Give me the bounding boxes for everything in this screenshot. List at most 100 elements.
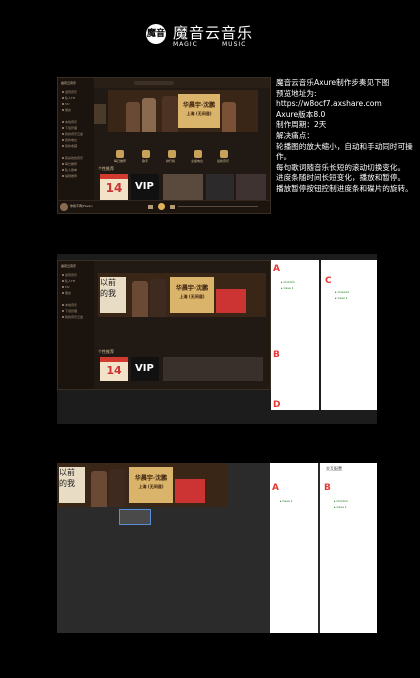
annotation-marker: B (273, 350, 280, 360)
banner-thumb (216, 289, 246, 313)
calendar-day: 14 (106, 364, 122, 377)
sidebar-item[interactable]: 朋友 (62, 291, 90, 295)
tree-node[interactable]: ▸ Case 1 (335, 296, 348, 300)
app-brand: 魔音云音乐 (61, 81, 77, 85)
tree-node[interactable]: ▸ OnLoad (335, 290, 349, 294)
playlist-row[interactable] (163, 357, 263, 381)
sidebar-item[interactable]: 下载管理 (62, 309, 90, 313)
banner-figure (222, 102, 236, 132)
interaction-panel-left: A ▸ Case 1 (270, 463, 318, 633)
app-topbar (94, 78, 270, 88)
sidebar-item[interactable]: 私人FM (62, 279, 90, 283)
annotation-marker: A (273, 264, 280, 274)
banner-title: 华晨宇·沈鹏 (134, 475, 168, 482)
banner-poster: 华晨宇·沈鹏 上海 (无间道) (170, 277, 214, 313)
search-input[interactable] (134, 81, 174, 85)
prev-track-icon[interactable] (148, 205, 153, 209)
carousel-banner[interactable]: 华晨宇·沈鹏 上海 (无间道) (94, 90, 258, 132)
new-music-icon[interactable] (220, 150, 228, 158)
quick-label: 排行榜 (166, 159, 176, 163)
banner-title: 华晨宇·沈鹏 (175, 285, 209, 292)
annotation-marker: C (325, 276, 332, 286)
banner-figure (132, 281, 148, 317)
quick-label: 每日推荐 (114, 159, 127, 163)
album-avatar[interactable] (60, 203, 68, 211)
panel-title: 交互配置 (326, 466, 342, 471)
axure-editor-screenshot-3: 以前 的我 华晨宇·沈鹏 上海 (无间道) A ▸ Case 1 交互配置 B … (57, 463, 377, 633)
brand-logo: 魔音 魔音云音乐 MAGIC MUSIC (146, 22, 281, 52)
chart-icon[interactable] (168, 150, 176, 158)
sidebar-item[interactable]: 本地音乐 (62, 120, 90, 124)
desc-line: 每句歌词随音乐长短的滚动切换变化。 (276, 162, 406, 172)
playlist-tile[interactable] (206, 174, 234, 200)
section-title: 个性推荐 (98, 349, 114, 354)
playlist-tile[interactable] (236, 174, 266, 200)
logo-subtitle-right: MUSIC (222, 41, 247, 48)
desc-line: 解决痛点： (276, 130, 314, 140)
calendar-tile[interactable]: 14 (100, 357, 128, 381)
banner-figure (109, 469, 125, 507)
playlist-tile[interactable] (163, 174, 203, 200)
vip-label: VIP (135, 363, 154, 374)
singer-icon[interactable] (142, 150, 150, 158)
sidebar-item[interactable]: 私人FM (62, 96, 90, 100)
desc-line[interactable]: https://w8ocf7.axshare.com (276, 99, 416, 110)
app-window-preview: 魔音云音乐 发现音乐 私人FM MV 朋友 本地音乐 下载管理 我的音乐云盘 我… (57, 77, 271, 214)
section-title: 个性推荐 (98, 166, 114, 171)
next-track-icon[interactable] (170, 205, 175, 209)
tree-node[interactable]: ▸ Case 1 (280, 499, 293, 503)
banner-subtitle: 上海 (无间道) (138, 484, 164, 489)
tree-node[interactable]: ▸ OnClick (281, 280, 295, 284)
interaction-panel-left: A ▸ OnClick ▸ Case 1 B D (271, 260, 319, 410)
sidebar-item[interactable]: 朋友 (62, 108, 90, 112)
vip-tile[interactable]: VIP (131, 174, 159, 200)
radio-icon[interactable] (194, 150, 202, 158)
sidebar-item[interactable]: 下载管理 (62, 126, 90, 130)
annotation-marker: B (324, 483, 331, 493)
progress-bar[interactable] (178, 206, 258, 207)
banner-figure (126, 102, 140, 132)
sidebar-item[interactable]: 发现音乐 (62, 90, 90, 94)
sidebar-item[interactable]: 私人歌单 (62, 168, 90, 172)
sidebar-item[interactable]: MV (62, 285, 90, 289)
app-sidebar: 魔音云音乐 发现音乐 私人FM MV 朋友 本地音乐 下载管理 我的音乐云盘 (58, 261, 94, 389)
carousel-prev-slide[interactable] (94, 104, 106, 124)
tree-node[interactable]: ▸ OnClick (334, 499, 348, 503)
banner-subtitle: 上海 (无间道) (186, 111, 212, 116)
vip-tile[interactable]: VIP (131, 357, 159, 381)
logo-title: 魔音云音乐 (173, 24, 254, 42)
banner-thumb (175, 479, 205, 503)
sidebar-item[interactable]: 我喜欢的音乐 (62, 156, 90, 160)
quick-label: 歌手 (142, 159, 149, 163)
now-playing-title: 你我不再(Fever) (70, 204, 93, 208)
logo-seal: 魔音 (146, 24, 166, 44)
daily-icon[interactable] (116, 150, 124, 158)
tree-node[interactable]: ▸ Case 1 (334, 505, 347, 509)
banner-subtitle: 上海 (无间道) (179, 294, 205, 299)
annotation-marker: A (272, 483, 279, 493)
app-sidebar: 魔音云音乐 发现音乐 私人FM MV 朋友 本地音乐 下载管理 我的音乐云盘 我… (58, 78, 94, 213)
banner-figure (150, 279, 166, 317)
sidebar-item[interactable]: 本地音乐 (62, 303, 90, 307)
axure-editor-screenshot-2: 魔音云音乐 发现音乐 私人FM MV 朋友 本地音乐 下载管理 我的音乐云盘 以… (57, 254, 377, 424)
carousel-banner[interactable]: 以前 的我 华晨宇·沈鹏 上海 (无间道) (98, 273, 266, 317)
quick-label: 主播电台 (191, 159, 204, 163)
banner-figure (142, 98, 156, 132)
sidebar-item[interactable]: 编辑推荐 (62, 174, 90, 178)
desc-line: 制作周期：2天 (276, 120, 327, 130)
calendar-tile[interactable]: 14 (100, 174, 128, 200)
sidebar-item[interactable]: 每日推荐 (62, 162, 90, 166)
desc-line: 进度条随时间长短变化，播放和暂停。 (276, 173, 406, 183)
carousel-banner[interactable]: 以前 的我 华晨宇·沈鹏 上海 (无间道) (57, 463, 227, 507)
banner-title: 华晨宇·沈鹏 (182, 102, 216, 109)
sidebar-item[interactable]: 我的音乐云盘 (62, 132, 90, 136)
selected-widget[interactable] (119, 509, 151, 525)
banner-figure (162, 96, 178, 132)
sidebar-item[interactable]: 我的音乐云盘 (62, 315, 90, 319)
sidebar-item[interactable]: 我的收藏 (62, 144, 90, 148)
sidebar-item[interactable]: 我的电台 (62, 138, 90, 142)
sidebar-item[interactable]: 发现音乐 (62, 273, 90, 277)
sidebar-item[interactable]: MV (62, 102, 90, 106)
play-pause-icon[interactable] (158, 203, 165, 210)
tree-node[interactable]: ▸ Case 1 (281, 286, 294, 290)
